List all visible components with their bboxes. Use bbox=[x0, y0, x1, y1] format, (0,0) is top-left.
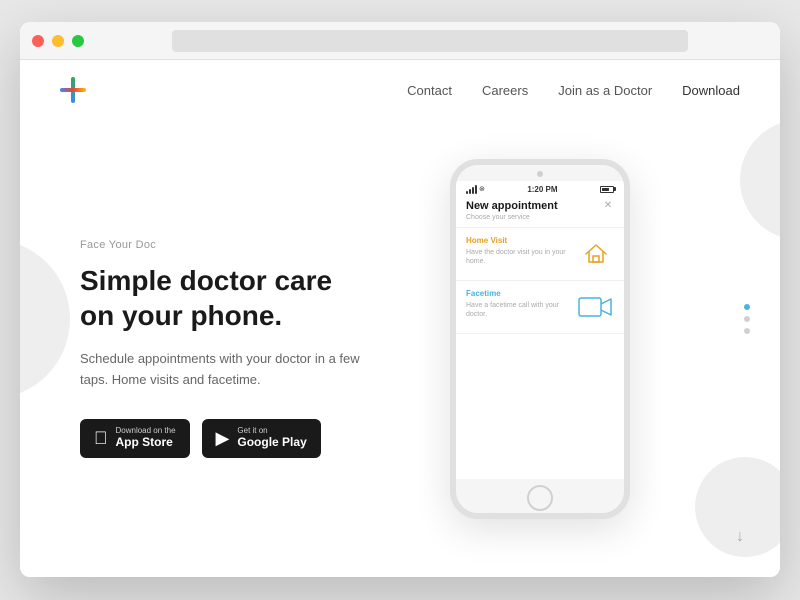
nav-links: Contact Careers Join as a Doctor Downloa… bbox=[407, 83, 740, 98]
url-bar[interactable] bbox=[172, 30, 688, 52]
google-play-button[interactable]: ▶ Get it on Google Play bbox=[202, 419, 321, 459]
close-button[interactable] bbox=[32, 35, 44, 47]
facetime-info: Facetime Have a facetime call with your … bbox=[466, 289, 570, 321]
app-store-text: Download on the App Store bbox=[116, 427, 176, 451]
app-screen-title: New appointment bbox=[466, 200, 558, 212]
home-icon bbox=[582, 240, 610, 268]
hero-description: Schedule appointments with your doctor i… bbox=[80, 349, 360, 391]
home-visit-icon-area bbox=[578, 236, 614, 272]
battery-tip bbox=[614, 187, 616, 191]
home-visit-info: Home Visit Have the doctor visit you in … bbox=[466, 236, 570, 268]
google-play-icon: ▶ bbox=[216, 429, 230, 447]
home-visit-name: Home Visit bbox=[466, 236, 570, 245]
app-header-text: New appointment Choose your service bbox=[466, 200, 558, 221]
facetime-desc: Have a facetime call with your doctor. bbox=[466, 301, 570, 321]
phone-wrapper: ⊛ 1:20 PM bbox=[360, 159, 720, 519]
signal-bar-1 bbox=[466, 191, 468, 194]
hero-left: Face Your Doc Simple doctor care on your… bbox=[80, 239, 360, 458]
signal-bar-2 bbox=[469, 189, 471, 194]
scroll-down-arrow[interactable]: ↓ bbox=[730, 527, 750, 547]
app-store-name: App Store bbox=[116, 435, 176, 451]
facetime-card[interactable]: Facetime Have a facetime call with your … bbox=[456, 281, 624, 334]
hero-title: Simple doctor care on your phone. bbox=[80, 263, 360, 333]
app-screen-subtitle: Choose your service bbox=[466, 214, 558, 221]
battery-icon bbox=[600, 186, 614, 193]
home-visit-card[interactable]: Home Visit Have the doctor visit you in … bbox=[456, 228, 624, 281]
google-play-label: Get it on bbox=[237, 427, 306, 435]
signal-bar-3 bbox=[472, 187, 474, 194]
browser-window: Contact Careers Join as a Doctor Downloa… bbox=[20, 22, 780, 577]
camera-icon bbox=[578, 295, 614, 319]
apple-icon:  bbox=[94, 429, 108, 447]
store-buttons:  Download on the App Store ▶ Get it on … bbox=[80, 419, 360, 459]
signal-bar-4 bbox=[475, 185, 477, 194]
signal-bars bbox=[466, 185, 477, 194]
nav-careers[interactable]: Careers bbox=[482, 83, 528, 98]
hero-section: Face Your Doc Simple doctor care on your… bbox=[20, 120, 780, 577]
navbar: Contact Careers Join as a Doctor Downloa… bbox=[20, 60, 780, 120]
maximize-button[interactable] bbox=[72, 35, 84, 47]
facetime-icon-area bbox=[578, 289, 614, 325]
nav-join[interactable]: Join as a Doctor bbox=[558, 83, 652, 98]
google-play-text: Get it on Google Play bbox=[237, 427, 306, 451]
phone-status-right bbox=[600, 186, 614, 193]
phone-home-button[interactable] bbox=[527, 485, 553, 511]
phone-status-bar: ⊛ 1:20 PM bbox=[456, 181, 624, 196]
phone-screen: ⊛ 1:20 PM bbox=[456, 181, 624, 479]
logo-icon bbox=[60, 77, 86, 103]
home-visit-desc: Have the doctor visit you in your home. bbox=[466, 248, 570, 268]
dot-nav-1[interactable] bbox=[744, 304, 750, 310]
app-store-button[interactable]:  Download on the App Store bbox=[80, 419, 190, 459]
phone-mockup: ⊛ 1:20 PM bbox=[450, 159, 630, 519]
nav-contact[interactable]: Contact bbox=[407, 83, 452, 98]
dot-nav-3[interactable] bbox=[744, 328, 750, 334]
dot-nav-2[interactable] bbox=[744, 316, 750, 322]
logo-horizontal-bar bbox=[60, 88, 86, 92]
app-store-label: Download on the bbox=[116, 427, 176, 435]
wifi-icon: ⊛ bbox=[479, 185, 485, 193]
titlebar bbox=[20, 22, 780, 60]
app-close-button[interactable]: ✕ bbox=[602, 200, 614, 212]
hero-eyebrow: Face Your Doc bbox=[80, 239, 360, 251]
google-play-name: Google Play bbox=[237, 435, 306, 451]
dot-navigation bbox=[744, 304, 750, 334]
logo bbox=[60, 77, 86, 103]
minimize-button[interactable] bbox=[52, 35, 64, 47]
page-content: Contact Careers Join as a Doctor Downloa… bbox=[20, 60, 780, 577]
phone-time: 1:20 PM bbox=[527, 185, 557, 194]
app-header: New appointment Choose your service ✕ bbox=[456, 196, 624, 228]
facetime-name: Facetime bbox=[466, 289, 570, 298]
nav-download[interactable]: Download bbox=[682, 83, 740, 98]
phone-camera bbox=[537, 171, 543, 177]
phone-notch bbox=[456, 165, 624, 181]
battery-fill bbox=[602, 188, 609, 191]
phone-status-left: ⊛ bbox=[466, 185, 485, 194]
